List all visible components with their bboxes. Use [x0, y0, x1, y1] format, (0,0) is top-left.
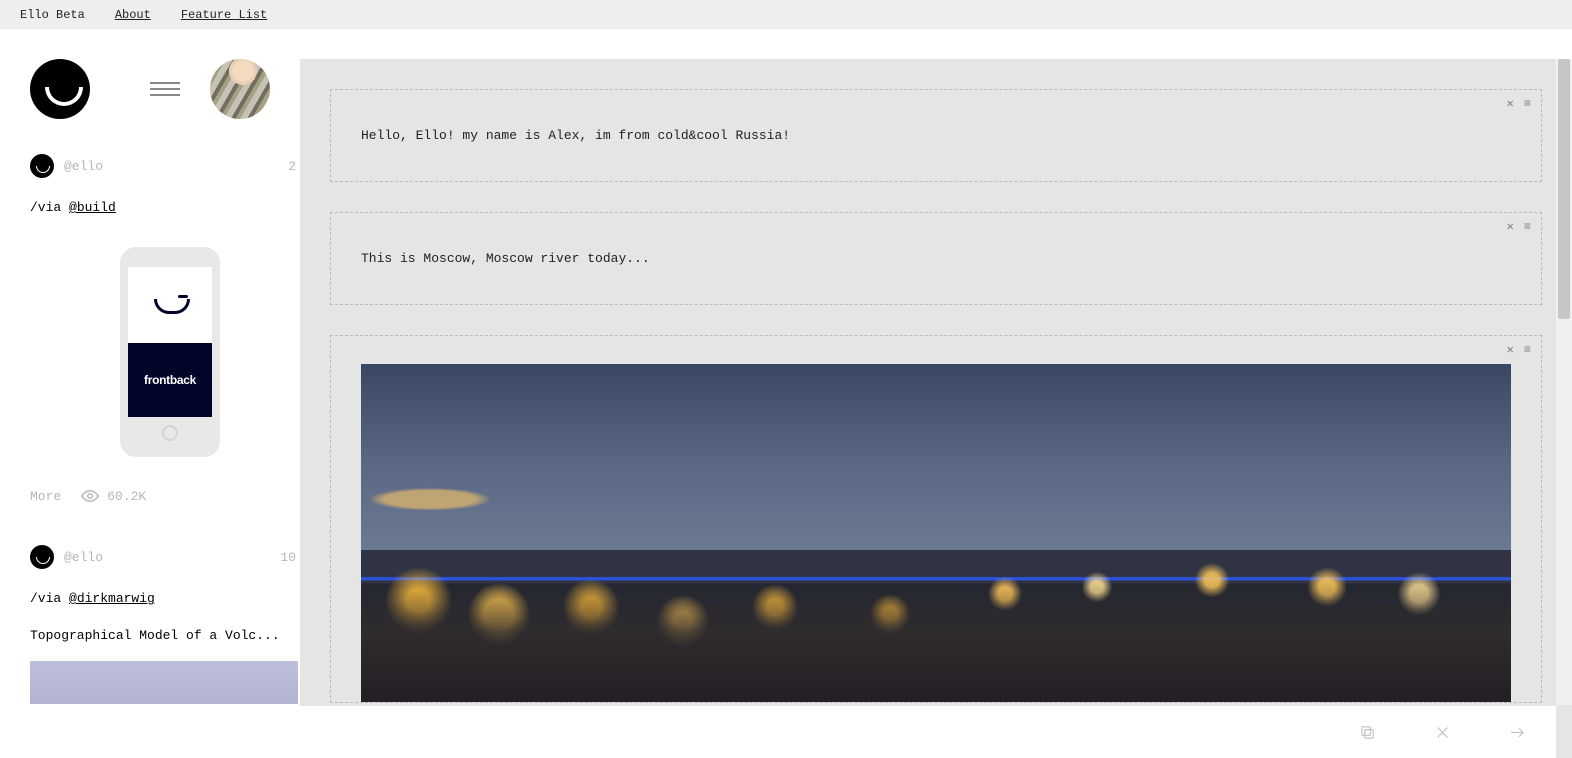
submit-arrow-icon[interactable] [1509, 724, 1526, 741]
view-count: 60.2K [81, 487, 146, 505]
via-line: /via @build [30, 200, 300, 215]
post-block[interactable]: ✕ ≡ This is Moscow, Moscow river today..… [330, 212, 1542, 305]
drag-icon[interactable]: ≡ [1524, 98, 1531, 110]
close-icon[interactable]: ✕ [1507, 221, 1514, 233]
post-block-image[interactable]: ✕ ≡ [330, 335, 1542, 703]
sidebar: @ello 2 /via @build frontback More [0, 29, 300, 758]
phone-home-icon [162, 425, 178, 441]
feed-thumbnail[interactable] [30, 661, 298, 704]
drag-icon[interactable]: ≡ [1524, 344, 1531, 356]
via-handle[interactable]: @dirkmarwig [69, 591, 155, 606]
more-link[interactable]: More [30, 489, 61, 504]
post-text: Hello, Ello! my name is Alex, im from co… [361, 128, 1511, 143]
ello-logo-icon[interactable] [30, 59, 90, 119]
feed-title: Topographical Model of a Volc... [30, 628, 300, 643]
via-line: /via @dirkmarwig [30, 591, 300, 606]
delete-icon[interactable] [1434, 724, 1451, 741]
top-navigation: Ello Beta About Feature List [0, 0, 1572, 29]
nav-about[interactable]: About [115, 8, 151, 22]
user-avatar[interactable] [210, 59, 270, 119]
via-prefix: /via [30, 591, 69, 606]
post-block[interactable]: ✕ ≡ Hello, Ello! my name is Alex, im fro… [330, 89, 1542, 182]
nav-feature-list[interactable]: Feature List [181, 8, 267, 22]
feed-user[interactable]: @ello [64, 550, 280, 565]
feed-item: @ello 10 /via @dirkmarwig Topographical … [30, 545, 300, 704]
close-icon[interactable]: ✕ [1507, 344, 1514, 356]
drag-icon[interactable]: ≡ [1524, 221, 1531, 233]
copy-icon[interactable] [1359, 724, 1376, 741]
close-icon[interactable]: ✕ [1507, 98, 1514, 110]
menu-icon[interactable] [150, 82, 180, 96]
ello-mini-icon[interactable] [30, 154, 54, 178]
via-prefix: /via [30, 200, 69, 215]
frontback-label: frontback [128, 343, 212, 417]
feed-user[interactable]: @ello [64, 159, 288, 174]
view-count-value: 60.2K [107, 489, 146, 504]
eye-icon [81, 487, 99, 505]
post-text: This is Moscow, Moscow river today... [361, 251, 1511, 266]
moscow-river-image [361, 364, 1511, 702]
vertical-scrollbar[interactable] [1556, 59, 1572, 705]
composer-panel: ✕ ≡ Hello, Ello! my name is Alex, im fro… [300, 59, 1572, 758]
brand-label[interactable]: Ello Beta [20, 8, 85, 22]
feed-item: @ello 2 /via @build frontback More [30, 154, 300, 505]
ello-mini-icon[interactable] [30, 545, 54, 569]
feed-date: 10 [280, 550, 296, 565]
frontback-card[interactable]: frontback [120, 247, 220, 457]
composer-toolbar [300, 706, 1556, 758]
feed-date: 2 [288, 159, 296, 174]
scrollbar-thumb[interactable] [1558, 59, 1570, 319]
via-handle[interactable]: @build [69, 200, 116, 215]
